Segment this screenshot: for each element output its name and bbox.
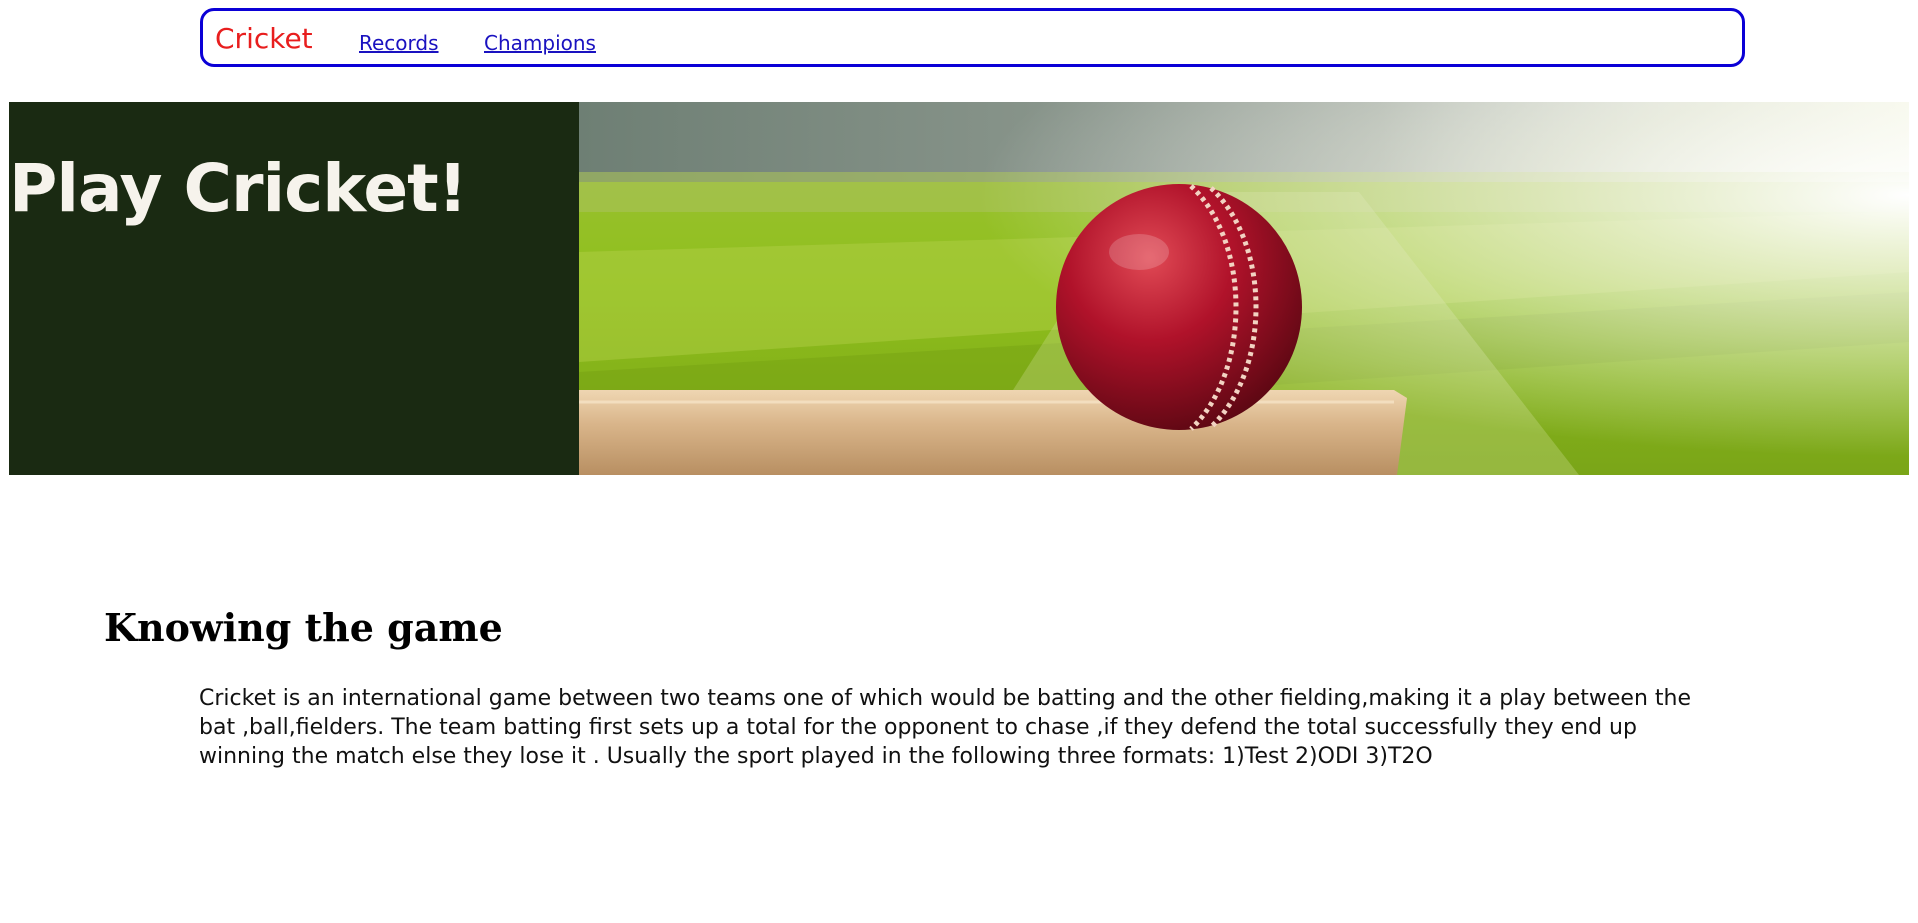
- nav-link-champions[interactable]: Champions: [484, 31, 596, 55]
- top-navbar: Cricket Records Champions: [200, 8, 1745, 67]
- cricket-ball-on-bat-image: [579, 102, 1909, 475]
- hero-title: Play Cricket!: [9, 150, 468, 227]
- brand-logo-text[interactable]: Cricket: [215, 22, 313, 55]
- section-heading: Knowing the game: [104, 605, 503, 650]
- hero-banner: Play Cricket!: [9, 102, 1909, 475]
- nav-link-records[interactable]: Records: [359, 31, 439, 55]
- hero-title-panel: Play Cricket!: [9, 102, 579, 475]
- section-body-text: Cricket is an international game between…: [199, 686, 1691, 769]
